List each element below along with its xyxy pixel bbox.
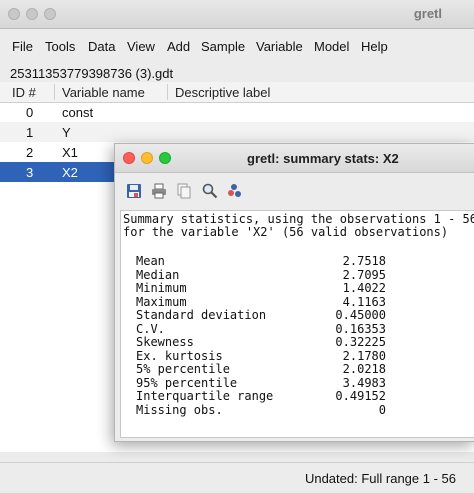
- status-bar: Undated: Full range 1 - 56: [0, 462, 474, 493]
- main-window-title: gretl: [413, 6, 442, 21]
- stat-label: Mean: [136, 254, 165, 268]
- print-icon[interactable]: [150, 182, 168, 200]
- row-variable-name: const: [62, 105, 94, 120]
- stat-label: 5% percentile: [136, 362, 230, 376]
- column-divider[interactable]: [54, 84, 55, 100]
- minimize-button[interactable]: [141, 152, 153, 164]
- row-id: 1: [26, 125, 34, 140]
- menu-add[interactable]: Add: [167, 39, 190, 54]
- table-row[interactable]: 1 Y: [0, 122, 474, 142]
- row-id: 3: [26, 165, 34, 180]
- row-id: 2: [26, 145, 34, 160]
- menu-view[interactable]: View: [127, 39, 155, 54]
- stat-label: Interquartile range: [136, 389, 274, 403]
- menu-sample[interactable]: Sample: [201, 39, 245, 54]
- stat-value: 1.4022: [342, 281, 386, 295]
- minimize-window-button[interactable]: [26, 8, 38, 20]
- column-header-id[interactable]: ID #: [12, 85, 36, 100]
- summary-header-line: for the variable 'X2' (56 valid observat…: [123, 225, 449, 239]
- copy-icon[interactable]: [175, 182, 193, 200]
- table-row[interactable]: 0 const: [0, 102, 474, 122]
- chart-icon[interactable]: [226, 182, 244, 200]
- table-header: ID # Variable name Descriptive label: [0, 82, 474, 103]
- stat-value: 0: [378, 402, 386, 417]
- row-variable-name: X1: [62, 145, 78, 160]
- stat-value: 2.7095: [342, 267, 386, 282]
- menu-file[interactable]: File: [12, 39, 33, 54]
- summary-titlebar[interactable]: gretl: summary stats: X2: [115, 144, 474, 173]
- stat-value: 4.1163: [342, 294, 386, 309]
- stat-label: Minimum: [136, 281, 187, 295]
- stat-label: Standard deviation: [136, 308, 267, 322]
- stat-label: Ex. kurtosis: [136, 348, 223, 363]
- save-icon[interactable]: [125, 182, 143, 200]
- column-header-label[interactable]: Descriptive label: [175, 85, 270, 100]
- summary-toolbar: [115, 178, 474, 206]
- stat-value: 0.45000: [335, 308, 386, 322]
- close-window-button[interactable]: [8, 8, 20, 20]
- stat-value: 0.16353: [335, 321, 386, 336]
- stat-value: 2.7518: [342, 254, 386, 268]
- menu-variable[interactable]: Variable: [256, 39, 303, 54]
- stat-label: Maximum: [136, 294, 187, 309]
- summary-window-title: gretl: summary stats: X2: [247, 151, 399, 166]
- stat-label: Missing obs.: [136, 402, 223, 417]
- stat-label: C.V.: [136, 321, 165, 336]
- menu-tools[interactable]: Tools: [45, 39, 75, 54]
- column-divider[interactable]: [167, 84, 168, 100]
- sample-range-status: Undated: Full range 1 - 56: [304, 471, 456, 486]
- stat-value: 0.49152: [335, 389, 386, 403]
- stat-value: 2.1780: [342, 348, 386, 363]
- stat-label: Median: [136, 267, 180, 282]
- zoom-window-button[interactable]: [44, 8, 56, 20]
- zoom-button[interactable]: [159, 152, 171, 164]
- menubar: File Tools Data View Add Sample Variable…: [0, 36, 474, 58]
- menu-data[interactable]: Data: [88, 39, 115, 54]
- dataset-filename: 25311353779398736 (3).gdt: [10, 66, 174, 81]
- close-button[interactable]: [123, 152, 135, 164]
- row-variable-name: Y: [62, 125, 71, 140]
- menu-help[interactable]: Help: [361, 39, 388, 54]
- stat-value: 3.4983: [342, 375, 386, 390]
- stat-label: 95% percentile: [136, 375, 238, 390]
- stat-label: Skewness: [136, 335, 194, 349]
- stat-value: 0.32225: [335, 335, 386, 349]
- find-icon[interactable]: [201, 182, 219, 200]
- row-id: 0: [26, 105, 34, 120]
- main-titlebar[interactable]: gretl: [0, 0, 474, 29]
- column-header-name[interactable]: Variable name: [62, 85, 145, 100]
- stat-value: 2.0218: [342, 362, 386, 376]
- summary-output-text[interactable]: Summary statistics, using the observatio…: [120, 210, 474, 438]
- menu-model[interactable]: Model: [314, 39, 349, 54]
- summary-stats-window: gretl: summary stats: X2 Summary statist…: [114, 143, 474, 442]
- row-variable-name: X2: [62, 165, 78, 180]
